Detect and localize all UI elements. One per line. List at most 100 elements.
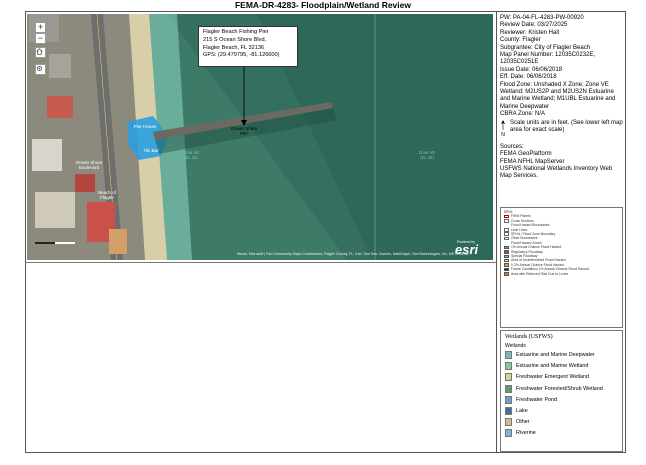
legend-swatch bbox=[505, 384, 512, 393]
legend-label: Freshwater Forested/Shrub Wetland bbox=[516, 385, 603, 392]
legend-swatch bbox=[504, 223, 509, 228]
legend-swatch bbox=[505, 362, 512, 371]
legend-swatch bbox=[504, 241, 509, 245]
legend-label: Area with Reduced Risk Due to Levee bbox=[511, 271, 569, 276]
building bbox=[47, 96, 73, 118]
legend-label: Estuarine and Marine Deepwater bbox=[516, 352, 595, 358]
beach-label: Beach of Flagler bbox=[98, 190, 116, 200]
sources-block: Sources: FEMA GeoPlatform FEMA NFHL MapS… bbox=[500, 144, 624, 181]
nfhl-legend-item: Area with Reduced Risk Due to Levee bbox=[504, 272, 619, 276]
building bbox=[75, 174, 95, 192]
legend-swatch bbox=[505, 351, 512, 359]
legend-label: Other bbox=[516, 419, 530, 426]
nfhl-legend: NFHL FIRM Panels Cross Sections Flood Haza… bbox=[500, 207, 623, 328]
county: County: Flagler bbox=[500, 37, 541, 44]
legend-label: Freshwater Emergent Wetland bbox=[516, 374, 590, 381]
locate-button[interactable] bbox=[35, 64, 46, 75]
wetlands-legend-item: Freshwater Forested/Shrub Wetland bbox=[505, 384, 618, 393]
source-item: FEMA NFHL MapServer bbox=[500, 158, 565, 165]
wetlands-legend-item: Freshwater Emergent Wetland bbox=[505, 373, 618, 382]
review-info-panel: PW: PA-04-FL-4283-PW-00920 Review Date: … bbox=[500, 15, 624, 181]
legend-label: Freshwater Pond bbox=[516, 396, 558, 403]
flood-zone: Flood Zone: Unshaded X Zone; Zone VE bbox=[500, 81, 609, 88]
zoom-in-button[interactable]: + bbox=[35, 22, 46, 33]
building bbox=[32, 139, 62, 171]
map-bottom-rule bbox=[25, 262, 496, 263]
north-arrow-icon bbox=[501, 119, 505, 130]
scale-note-text: Scale units are in feet. (See lower left… bbox=[510, 119, 623, 134]
column-divider bbox=[496, 11, 497, 453]
legend-swatch bbox=[504, 258, 509, 263]
wetlands-legend-item: Estuarine and Marine Wetland bbox=[505, 362, 618, 371]
legend-swatch bbox=[504, 219, 509, 223]
scale-bar-graphic bbox=[35, 242, 75, 244]
legend-swatch bbox=[504, 232, 509, 236]
legend-swatch bbox=[504, 228, 509, 232]
effective-date: Eff. Date: 06/06/2018 bbox=[500, 74, 557, 81]
subgrantee: Subgrantee: City of Flagler Beach bbox=[500, 44, 591, 51]
right-border bbox=[625, 11, 626, 453]
scale-note: N Scale units are in feet. (See lower le… bbox=[500, 119, 624, 138]
callout-name: Flagler Beach Fishing Pier bbox=[203, 29, 269, 35]
legend-label: Lake bbox=[516, 407, 528, 414]
sources-heading: Sources: bbox=[500, 143, 524, 150]
north-arrow: N bbox=[500, 119, 506, 138]
flood-zone-label: Zone VE (EL 18) bbox=[418, 150, 436, 160]
zoom-out-button[interactable]: − bbox=[35, 33, 46, 44]
ocean-shore-label: Ocean Shore Boulevard bbox=[75, 160, 103, 170]
home-button[interactable] bbox=[35, 47, 46, 58]
page-title: FEMA-DR-4283- Floodplain/Wetland Review bbox=[234, 0, 411, 10]
legend-label: Riverine bbox=[516, 430, 536, 437]
wetlands-legend-item: Estuarine and Marine Deepwater bbox=[505, 351, 618, 359]
cbra-zone: CBRA Zone: N/A bbox=[500, 111, 546, 118]
pier-label: Ocean Shore Pier bbox=[230, 126, 258, 136]
legend-swatch bbox=[504, 272, 509, 276]
tiki-label: Tiki Bar bbox=[143, 148, 159, 153]
legend-swatch bbox=[505, 373, 512, 382]
wetland: Wetland: M2US2P and M2US2N Estuarine and… bbox=[500, 89, 616, 110]
north-label: N bbox=[501, 131, 505, 138]
esri-logo: esri bbox=[455, 242, 479, 257]
legend-swatch bbox=[505, 418, 512, 427]
legend-swatch bbox=[504, 245, 509, 250]
callout-address-line2: Flagler Beach, FL 32136 bbox=[203, 44, 265, 51]
building bbox=[109, 229, 127, 254]
wetlands-legend: Wetlands (USFWS) Wetlands Estuarine and … bbox=[500, 330, 623, 452]
legend-swatch bbox=[505, 429, 512, 438]
review-date: Review Date: 03/27/2025 bbox=[500, 22, 568, 29]
flood-zone-label: Zone VE (EL 18) bbox=[182, 150, 200, 160]
location-callout: Flagler Beach Fishing Pier 215 S Ocean S… bbox=[198, 26, 298, 67]
wetlands-legend-item: Other bbox=[505, 418, 618, 427]
map-attribution: Maxar, Microsoft | Esri Community Maps C… bbox=[237, 252, 469, 256]
callout-address-line1: 215 S Ocean Shore Blvd, bbox=[203, 36, 267, 43]
map-view[interactable]: + − Flagler Beach Fishing Pier 215 S Oce… bbox=[27, 14, 493, 260]
map-panel-number: Map Panel Number: 12035C0232E, bbox=[500, 52, 596, 59]
wetlands-legend-item: Riverine bbox=[505, 429, 618, 438]
legend-swatch bbox=[504, 236, 509, 241]
legend-label: Estuarine and Marine Wetland bbox=[516, 363, 589, 370]
issue-date: Issue Date: 06/06/2018 bbox=[500, 66, 563, 73]
wetlands-legend-title: Wetlands (USFWS) bbox=[505, 334, 553, 340]
map-panel-number-2: 12035C0251E bbox=[500, 59, 539, 66]
locate-icon bbox=[37, 66, 42, 71]
pw-number: PW: PA-04-FL-4283-PW-00920 bbox=[500, 15, 584, 21]
legend-swatch bbox=[504, 214, 509, 219]
source-item: FEMA GeoPlatform bbox=[500, 151, 552, 158]
pier-house-label: Pier House bbox=[133, 124, 157, 129]
wetlands-legend-subtitle: Wetlands bbox=[505, 343, 526, 349]
legend-swatch bbox=[505, 406, 512, 415]
wetlands-legend-item: Lake bbox=[505, 406, 618, 415]
source-item: USFWS National Wetlands Inventory Web Ma… bbox=[500, 165, 613, 180]
home-icon bbox=[36, 48, 43, 55]
legend-swatch bbox=[504, 263, 509, 267]
callout-gps: GPS: (29.479795, -81.126600) bbox=[203, 52, 280, 59]
legend-swatch bbox=[504, 267, 509, 272]
building bbox=[35, 192, 75, 228]
scale-bar bbox=[35, 237, 85, 247]
building bbox=[49, 54, 71, 78]
reviewer: Reviewer: Kristen Hall bbox=[500, 29, 560, 36]
legend-swatch bbox=[504, 250, 509, 254]
wetlands-legend-item: Freshwater Pond bbox=[505, 395, 618, 404]
legend-swatch bbox=[505, 395, 512, 404]
legend-swatch bbox=[504, 254, 509, 259]
